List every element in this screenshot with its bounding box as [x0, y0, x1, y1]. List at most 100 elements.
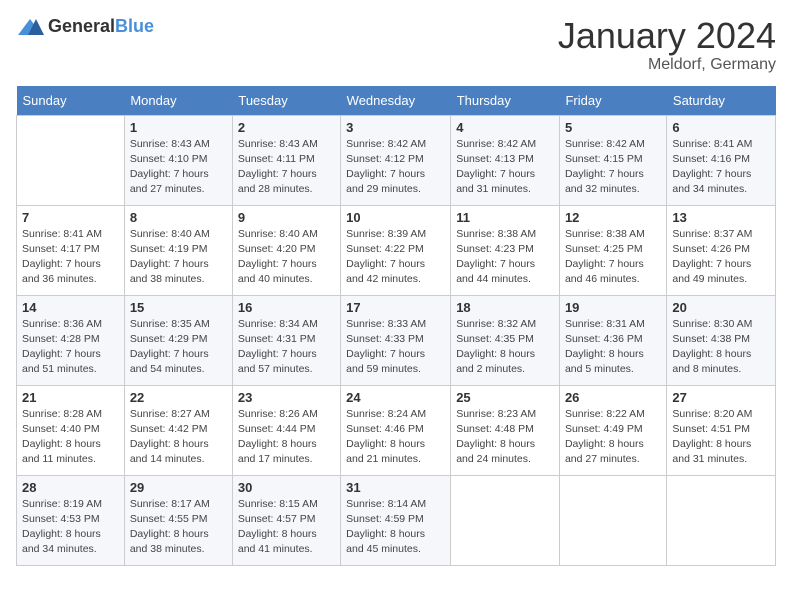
day-number: 26	[565, 390, 661, 405]
day-cell	[17, 115, 125, 205]
day-number: 4	[456, 120, 554, 135]
title-section: January 2024 Meldorf, Germany	[558, 16, 776, 74]
day-info: Sunrise: 8:33 AMSunset: 4:33 PMDaylight:…	[346, 318, 426, 376]
day-info: Sunrise: 8:37 AMSunset: 4:26 PMDaylight:…	[672, 228, 752, 286]
day-info: Sunrise: 8:35 AMSunset: 4:29 PMDaylight:…	[130, 318, 210, 376]
day-info: Sunrise: 8:34 AMSunset: 4:31 PMDaylight:…	[238, 318, 318, 376]
week-row-5: 28 Sunrise: 8:19 AMSunset: 4:53 PMDayligh…	[17, 475, 776, 565]
day-info: Sunrise: 8:40 AMSunset: 4:20 PMDaylight:…	[238, 228, 318, 286]
day-cell	[667, 475, 776, 565]
day-cell: 31 Sunrise: 8:14 AMSunset: 4:59 PMDayligh…	[341, 475, 451, 565]
day-info: Sunrise: 8:22 AMSunset: 4:49 PMDaylight:…	[565, 408, 645, 466]
day-number: 10	[346, 210, 445, 225]
day-info: Sunrise: 8:42 AMSunset: 4:15 PMDaylight:…	[565, 138, 645, 196]
day-info: Sunrise: 8:38 AMSunset: 4:25 PMDaylight:…	[565, 228, 645, 286]
day-info: Sunrise: 8:43 AMSunset: 4:11 PMDaylight:…	[238, 138, 318, 196]
col-wednesday: Wednesday	[341, 86, 451, 116]
day-cell: 4 Sunrise: 8:42 AMSunset: 4:13 PMDaylight…	[451, 115, 560, 205]
day-info: Sunrise: 8:28 AMSunset: 4:40 PMDaylight:…	[22, 408, 102, 466]
day-cell: 16 Sunrise: 8:34 AMSunset: 4:31 PMDayligh…	[232, 295, 340, 385]
day-info: Sunrise: 8:23 AMSunset: 4:48 PMDaylight:…	[456, 408, 536, 466]
day-cell: 19 Sunrise: 8:31 AMSunset: 4:36 PMDayligh…	[559, 295, 666, 385]
day-number: 29	[130, 480, 227, 495]
day-cell: 1Sunrise: 8:43 AMSunset: 4:10 PMDaylight…	[124, 115, 232, 205]
col-sunday: Sunday	[17, 86, 125, 116]
day-cell: 5 Sunrise: 8:42 AMSunset: 4:15 PMDaylight…	[559, 115, 666, 205]
header-row: Sunday Monday Tuesday Wednesday Thursday…	[17, 86, 776, 116]
day-info: Sunrise: 8:41 AMSunset: 4:17 PMDaylight:…	[22, 228, 102, 286]
day-info: Sunrise: 8:20 AMSunset: 4:51 PMDaylight:…	[672, 408, 752, 466]
day-number: 1	[130, 120, 227, 135]
day-cell: 25Sunrise: 8:23 AMSunset: 4:48 PMDayligh…	[451, 385, 560, 475]
day-cell: 23Sunrise: 8:26 AMSunset: 4:44 PMDayligh…	[232, 385, 340, 475]
day-info: Sunrise: 8:31 AMSunset: 4:36 PMDaylight:…	[565, 318, 645, 376]
day-cell: 9 Sunrise: 8:40 AMSunset: 4:20 PMDaylight…	[232, 205, 340, 295]
week-row-4: 21 Sunrise: 8:28 AMSunset: 4:40 PMDayligh…	[17, 385, 776, 475]
day-number: 21	[22, 390, 119, 405]
day-info: Sunrise: 8:41 AMSunset: 4:16 PMDaylight:…	[672, 138, 752, 196]
col-thursday: Thursday	[451, 86, 560, 116]
day-cell: 13 Sunrise: 8:37 AMSunset: 4:26 PMDayligh…	[667, 205, 776, 295]
day-number: 13	[672, 210, 770, 225]
day-info: Sunrise: 8:27 AMSunset: 4:42 PMDaylight:…	[130, 408, 210, 466]
day-cell: 7 Sunrise: 8:41 AMSunset: 4:17 PMDaylight…	[17, 205, 125, 295]
day-info: Sunrise: 8:42 AMSunset: 4:13 PMDaylight:…	[456, 138, 536, 196]
day-number: 28	[22, 480, 119, 495]
month-title: January 2024	[558, 16, 776, 56]
day-cell: 21 Sunrise: 8:28 AMSunset: 4:40 PMDayligh…	[17, 385, 125, 475]
logo: GeneralBlue	[16, 16, 154, 37]
col-saturday: Saturday	[667, 86, 776, 116]
day-cell: 2 Sunrise: 8:43 AMSunset: 4:11 PMDaylight…	[232, 115, 340, 205]
day-cell: 12 Sunrise: 8:38 AMSunset: 4:25 PMDayligh…	[559, 205, 666, 295]
day-cell: 8 Sunrise: 8:40 AMSunset: 4:19 PMDaylight…	[124, 205, 232, 295]
day-number: 12	[565, 210, 661, 225]
day-number: 11	[456, 210, 554, 225]
day-number: 20	[672, 300, 770, 315]
week-row-1: 1Sunrise: 8:43 AMSunset: 4:10 PMDaylight…	[17, 115, 776, 205]
day-info: Sunrise: 8:30 AMSunset: 4:38 PMDaylight:…	[672, 318, 752, 376]
day-number: 31	[346, 480, 445, 495]
day-number: 9	[238, 210, 335, 225]
day-number: 16	[238, 300, 335, 315]
day-info: Sunrise: 8:26 AMSunset: 4:44 PMDaylight:…	[238, 408, 318, 466]
day-number: 19	[565, 300, 661, 315]
day-info: Sunrise: 8:36 AMSunset: 4:28 PMDaylight:…	[22, 318, 102, 376]
day-number: 17	[346, 300, 445, 315]
day-number: 22	[130, 390, 227, 405]
calendar-table: Sunday Monday Tuesday Wednesday Thursday…	[16, 86, 776, 566]
day-number: 30	[238, 480, 335, 495]
day-info: Sunrise: 8:42 AMSunset: 4:12 PMDaylight:…	[346, 138, 426, 196]
day-cell: 27 Sunrise: 8:20 AMSunset: 4:51 PMDayligh…	[667, 385, 776, 475]
day-number: 2	[238, 120, 335, 135]
col-monday: Monday	[124, 86, 232, 116]
day-number: 7	[22, 210, 119, 225]
logo-general: General	[48, 16, 115, 36]
logo-text: GeneralBlue	[48, 16, 154, 37]
day-number: 24	[346, 390, 445, 405]
day-info: Sunrise: 8:24 AMSunset: 4:46 PMDaylight:…	[346, 408, 426, 466]
day-number: 18	[456, 300, 554, 315]
day-cell: 17 Sunrise: 8:33 AMSunset: 4:33 PMDayligh…	[341, 295, 451, 385]
day-cell: 28 Sunrise: 8:19 AMSunset: 4:53 PMDayligh…	[17, 475, 125, 565]
day-number: 5	[565, 120, 661, 135]
day-info: Sunrise: 8:17 AMSunset: 4:55 PMDaylight:…	[130, 498, 210, 556]
day-number: 8	[130, 210, 227, 225]
day-info: Sunrise: 8:19 AMSunset: 4:53 PMDaylight:…	[22, 498, 102, 556]
day-cell: 6Sunrise: 8:41 AMSunset: 4:16 PMDaylight…	[667, 115, 776, 205]
col-tuesday: Tuesday	[232, 86, 340, 116]
day-cell: 18Sunrise: 8:32 AMSunset: 4:35 PMDayligh…	[451, 295, 560, 385]
day-cell: 15Sunrise: 8:35 AMSunset: 4:29 PMDayligh…	[124, 295, 232, 385]
day-info: Sunrise: 8:40 AMSunset: 4:19 PMDaylight:…	[130, 228, 210, 286]
logo-blue: Blue	[115, 16, 154, 36]
header: GeneralBlue January 2024 Meldorf, German…	[16, 16, 776, 74]
day-cell	[559, 475, 666, 565]
day-number: 27	[672, 390, 770, 405]
col-friday: Friday	[559, 86, 666, 116]
day-cell: 22 Sunrise: 8:27 AMSunset: 4:42 PMDayligh…	[124, 385, 232, 475]
logo-icon	[16, 17, 44, 37]
day-cell: 24 Sunrise: 8:24 AMSunset: 4:46 PMDayligh…	[341, 385, 451, 475]
day-cell: 20 Sunrise: 8:30 AMSunset: 4:38 PMDayligh…	[667, 295, 776, 385]
day-info: Sunrise: 8:14 AMSunset: 4:59 PMDaylight:…	[346, 498, 426, 556]
day-cell: 3Sunrise: 8:42 AMSunset: 4:12 PMDaylight…	[341, 115, 451, 205]
day-number: 14	[22, 300, 119, 315]
